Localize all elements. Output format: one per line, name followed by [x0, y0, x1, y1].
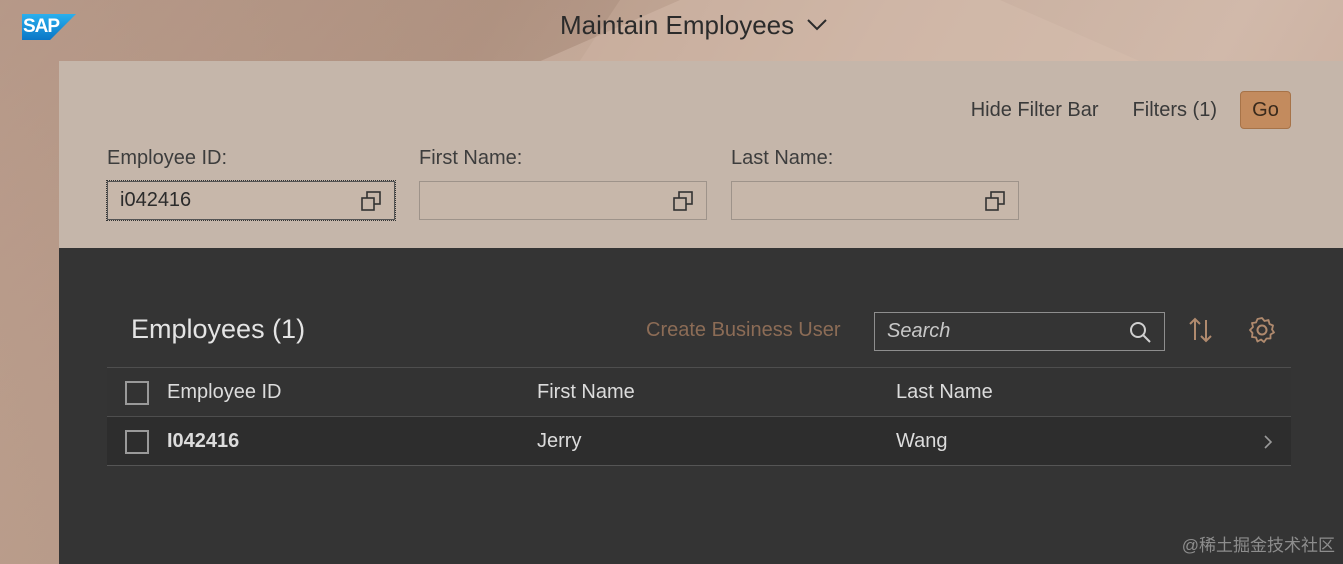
- create-business-user-button[interactable]: Create Business User: [646, 319, 841, 342]
- filters-button[interactable]: Filters (1): [1133, 99, 1217, 122]
- select-all-checkbox[interactable]: [125, 381, 149, 405]
- first-name-filter: First Name:: [419, 147, 707, 220]
- chevron-down-icon: [807, 19, 827, 31]
- filter-bar: Hide Filter Bar Filters (1) Go Employee …: [59, 61, 1343, 248]
- first-name-cell: Jerry: [537, 429, 582, 452]
- last-name-cell: Wang: [896, 429, 948, 452]
- chevron-right-icon[interactable]: [1263, 434, 1273, 450]
- employee-id-label: Employee ID:: [107, 147, 228, 169]
- table-title: Employees (1): [131, 314, 306, 344]
- hide-filter-bar-button[interactable]: Hide Filter Bar: [971, 99, 1099, 122]
- column-header-last-name[interactable]: Last Name: [896, 368, 993, 416]
- last-name-input[interactable]: [731, 181, 1019, 220]
- value-help-icon[interactable]: [984, 190, 1006, 212]
- employee-id-input[interactable]: i042416: [106, 180, 396, 221]
- first-name-label: First Name:: [419, 147, 523, 169]
- search-field[interactable]: [874, 312, 1165, 351]
- row-checkbox[interactable]: [125, 430, 149, 454]
- column-header-employee-id[interactable]: Employee ID: [167, 368, 282, 416]
- table-row[interactable]: I042416 Jerry Wang: [107, 417, 1291, 466]
- column-header-first-name[interactable]: First Name: [537, 368, 635, 416]
- page-title: Maintain Employees: [560, 9, 795, 40]
- employees-table-panel: Employees (1) Create Business User Emplo…: [59, 248, 1343, 564]
- employees-table: Employee ID First Name Last Name I042416…: [107, 367, 1291, 466]
- value-help-icon[interactable]: [360, 190, 382, 212]
- watermark: @稀土掘金技术社区: [1181, 536, 1335, 555]
- employee-id-value: i042416: [120, 189, 192, 211]
- search-icon[interactable]: [1128, 320, 1152, 344]
- go-button[interactable]: Go: [1240, 91, 1291, 129]
- filter-bar-actions: Hide Filter Bar Filters (1) Go: [971, 91, 1291, 129]
- employee-id-cell: I042416: [167, 429, 240, 452]
- table-toolbar: Employees (1) Create Business User: [107, 308, 1291, 354]
- gear-icon[interactable]: [1248, 316, 1276, 344]
- search-input[interactable]: [887, 320, 1107, 343]
- employee-id-filter: Employee ID: i042416: [106, 147, 396, 221]
- value-help-icon[interactable]: [672, 190, 694, 212]
- last-name-filter: Last Name:: [731, 147, 1019, 220]
- app-title-menu[interactable]: Maintain Employees: [560, 8, 828, 42]
- first-name-input[interactable]: [419, 181, 707, 220]
- table-header: Employee ID First Name Last Name: [107, 367, 1291, 417]
- last-name-label: Last Name:: [731, 147, 834, 169]
- sort-icon[interactable]: [1187, 316, 1215, 344]
